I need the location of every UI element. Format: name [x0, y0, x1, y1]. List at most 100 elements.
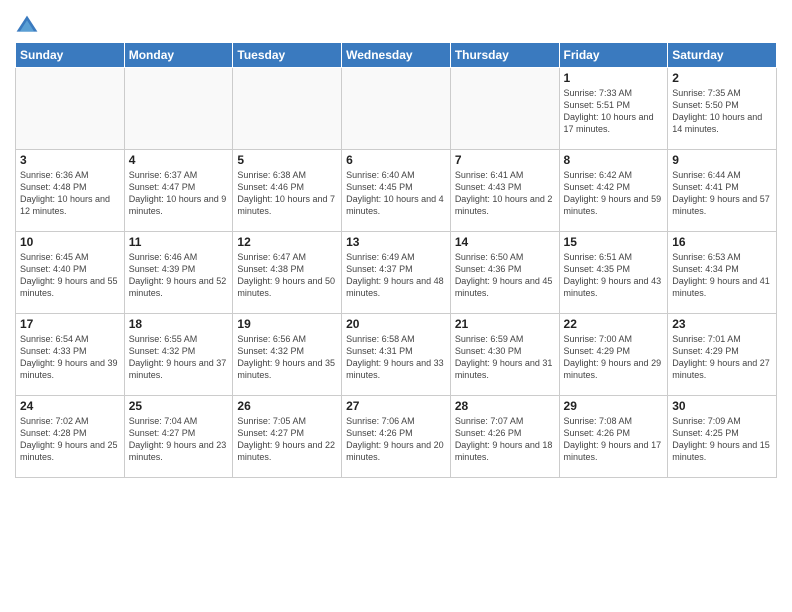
- day-cell: 19 Sunrise: 6:56 AM Sunset: 4:32 PM Dayli…: [233, 314, 342, 396]
- day-info: Sunrise: 6:38 AM Sunset: 4:46 PM Dayligh…: [237, 169, 337, 218]
- day-info: Sunrise: 6:46 AM Sunset: 4:39 PM Dayligh…: [129, 251, 229, 300]
- day-number: 25: [129, 399, 229, 413]
- day-info: Sunrise: 6:59 AM Sunset: 4:30 PM Dayligh…: [455, 333, 555, 382]
- logo: [15, 14, 43, 38]
- day-number: 23: [672, 317, 772, 331]
- day-info: Sunrise: 6:58 AM Sunset: 4:31 PM Dayligh…: [346, 333, 446, 382]
- day-number: 5: [237, 153, 337, 167]
- day-number: 13: [346, 235, 446, 249]
- day-cell: 16Sunrise: 6:53 AM Sunset: 4:34 PM Dayli…: [668, 232, 777, 314]
- day-cell: 23 Sunrise: 7:01 AM Sunset: 4:29 PM Dayli…: [668, 314, 777, 396]
- day-cell: 22 Sunrise: 7:00 AM Sunset: 4:29 PM Dayli…: [559, 314, 668, 396]
- day-number: 12: [237, 235, 337, 249]
- day-info: Sunrise: 6:56 AM Sunset: 4:32 PM Dayligh…: [237, 333, 337, 382]
- day-cell: [450, 68, 559, 150]
- day-number: 6: [346, 153, 446, 167]
- day-cell: [342, 68, 451, 150]
- day-cell: 7Sunrise: 6:41 AM Sunset: 4:43 PM Daylig…: [450, 150, 559, 232]
- day-number: 3: [20, 153, 120, 167]
- day-cell: 2 Sunrise: 7:35 AM Sunset: 5:50 PM Daylig…: [668, 68, 777, 150]
- day-number: 16: [672, 235, 772, 249]
- col-header-wednesday: Wednesday: [342, 43, 451, 68]
- day-number: 29: [564, 399, 664, 413]
- day-info: Sunrise: 6:36 AM Sunset: 4:48 PM Dayligh…: [20, 169, 120, 218]
- week-row-5: 24Sunrise: 7:02 AM Sunset: 4:28 PM Dayli…: [16, 396, 777, 478]
- day-cell: 8Sunrise: 6:42 AM Sunset: 4:42 PM Daylig…: [559, 150, 668, 232]
- day-cell: 27 Sunrise: 7:06 AM Sunset: 4:26 PM Dayli…: [342, 396, 451, 478]
- day-info: Sunrise: 7:06 AM Sunset: 4:26 PM Dayligh…: [346, 415, 446, 464]
- day-number: 19: [237, 317, 337, 331]
- day-cell: 11 Sunrise: 6:46 AM Sunset: 4:39 PM Dayli…: [124, 232, 233, 314]
- day-info: Sunrise: 7:35 AM Sunset: 5:50 PM Dayligh…: [672, 87, 772, 136]
- day-cell: 3 Sunrise: 6:36 AM Sunset: 4:48 PM Daylig…: [16, 150, 125, 232]
- day-cell: [16, 68, 125, 150]
- day-cell: 9Sunrise: 6:44 AM Sunset: 4:41 PM Daylig…: [668, 150, 777, 232]
- day-number: 2: [672, 71, 772, 85]
- day-info: Sunrise: 7:05 AM Sunset: 4:27 PM Dayligh…: [237, 415, 337, 464]
- day-cell: 30 Sunrise: 7:09 AM Sunset: 4:25 PM Dayli…: [668, 396, 777, 478]
- day-info: Sunrise: 6:51 AM Sunset: 4:35 PM Dayligh…: [564, 251, 664, 300]
- day-number: 14: [455, 235, 555, 249]
- day-cell: 21 Sunrise: 6:59 AM Sunset: 4:30 PM Dayli…: [450, 314, 559, 396]
- day-cell: 26Sunrise: 7:05 AM Sunset: 4:27 PM Dayli…: [233, 396, 342, 478]
- day-cell: 13 Sunrise: 6:49 AM Sunset: 4:37 PM Dayli…: [342, 232, 451, 314]
- day-cell: 12 Sunrise: 6:47 AM Sunset: 4:38 PM Dayli…: [233, 232, 342, 314]
- day-number: 22: [564, 317, 664, 331]
- day-number: 20: [346, 317, 446, 331]
- week-row-1: 1 Sunrise: 7:33 AM Sunset: 5:51 PM Daylig…: [16, 68, 777, 150]
- day-info: Sunrise: 7:01 AM Sunset: 4:29 PM Dayligh…: [672, 333, 772, 382]
- day-cell: 20 Sunrise: 6:58 AM Sunset: 4:31 PM Dayli…: [342, 314, 451, 396]
- day-cell: 15 Sunrise: 6:51 AM Sunset: 4:35 PM Dayli…: [559, 232, 668, 314]
- day-cell: 4Sunrise: 6:37 AM Sunset: 4:47 PM Daylig…: [124, 150, 233, 232]
- day-info: Sunrise: 7:08 AM Sunset: 4:26 PM Dayligh…: [564, 415, 664, 464]
- day-number: 4: [129, 153, 229, 167]
- day-cell: 5 Sunrise: 6:38 AM Sunset: 4:46 PM Daylig…: [233, 150, 342, 232]
- day-cell: 24Sunrise: 7:02 AM Sunset: 4:28 PM Dayli…: [16, 396, 125, 478]
- day-number: 30: [672, 399, 772, 413]
- day-number: 11: [129, 235, 229, 249]
- day-info: Sunrise: 6:49 AM Sunset: 4:37 PM Dayligh…: [346, 251, 446, 300]
- day-cell: 14 Sunrise: 6:50 AM Sunset: 4:36 PM Dayli…: [450, 232, 559, 314]
- page-container: SundayMondayTuesdayWednesdayThursdayFrid…: [0, 0, 792, 483]
- page-header: [15, 10, 777, 38]
- day-cell: 28 Sunrise: 7:07 AM Sunset: 4:26 PM Dayli…: [450, 396, 559, 478]
- week-row-4: 17Sunrise: 6:54 AM Sunset: 4:33 PM Dayli…: [16, 314, 777, 396]
- day-number: 9: [672, 153, 772, 167]
- day-info: Sunrise: 6:40 AM Sunset: 4:45 PM Dayligh…: [346, 169, 446, 218]
- day-info: Sunrise: 7:02 AM Sunset: 4:28 PM Dayligh…: [20, 415, 120, 464]
- day-info: Sunrise: 6:54 AM Sunset: 4:33 PM Dayligh…: [20, 333, 120, 382]
- col-header-sunday: Sunday: [16, 43, 125, 68]
- week-row-3: 10Sunrise: 6:45 AM Sunset: 4:40 PM Dayli…: [16, 232, 777, 314]
- day-info: Sunrise: 7:00 AM Sunset: 4:29 PM Dayligh…: [564, 333, 664, 382]
- day-info: Sunrise: 6:55 AM Sunset: 4:32 PM Dayligh…: [129, 333, 229, 382]
- header-row: SundayMondayTuesdayWednesdayThursdayFrid…: [16, 43, 777, 68]
- day-cell: [233, 68, 342, 150]
- col-header-tuesday: Tuesday: [233, 43, 342, 68]
- day-cell: 6 Sunrise: 6:40 AM Sunset: 4:45 PM Daylig…: [342, 150, 451, 232]
- day-number: 1: [564, 71, 664, 85]
- day-cell: 18 Sunrise: 6:55 AM Sunset: 4:32 PM Dayli…: [124, 314, 233, 396]
- day-cell: 10Sunrise: 6:45 AM Sunset: 4:40 PM Dayli…: [16, 232, 125, 314]
- col-header-thursday: Thursday: [450, 43, 559, 68]
- day-cell: 17Sunrise: 6:54 AM Sunset: 4:33 PM Dayli…: [16, 314, 125, 396]
- day-info: Sunrise: 7:04 AM Sunset: 4:27 PM Dayligh…: [129, 415, 229, 464]
- day-number: 7: [455, 153, 555, 167]
- day-info: Sunrise: 6:47 AM Sunset: 4:38 PM Dayligh…: [237, 251, 337, 300]
- day-number: 18: [129, 317, 229, 331]
- calendar-table: SundayMondayTuesdayWednesdayThursdayFrid…: [15, 42, 777, 478]
- day-info: Sunrise: 7:09 AM Sunset: 4:25 PM Dayligh…: [672, 415, 772, 464]
- day-cell: 29 Sunrise: 7:08 AM Sunset: 4:26 PM Dayli…: [559, 396, 668, 478]
- col-header-friday: Friday: [559, 43, 668, 68]
- day-cell: 1 Sunrise: 7:33 AM Sunset: 5:51 PM Daylig…: [559, 68, 668, 150]
- week-row-2: 3 Sunrise: 6:36 AM Sunset: 4:48 PM Daylig…: [16, 150, 777, 232]
- day-info: Sunrise: 7:33 AM Sunset: 5:51 PM Dayligh…: [564, 87, 664, 136]
- day-cell: 25 Sunrise: 7:04 AM Sunset: 4:27 PM Dayli…: [124, 396, 233, 478]
- day-number: 15: [564, 235, 664, 249]
- day-number: 28: [455, 399, 555, 413]
- day-number: 21: [455, 317, 555, 331]
- day-info: Sunrise: 6:50 AM Sunset: 4:36 PM Dayligh…: [455, 251, 555, 300]
- day-number: 27: [346, 399, 446, 413]
- day-number: 8: [564, 153, 664, 167]
- logo-icon: [15, 14, 39, 38]
- day-info: Sunrise: 7:07 AM Sunset: 4:26 PM Dayligh…: [455, 415, 555, 464]
